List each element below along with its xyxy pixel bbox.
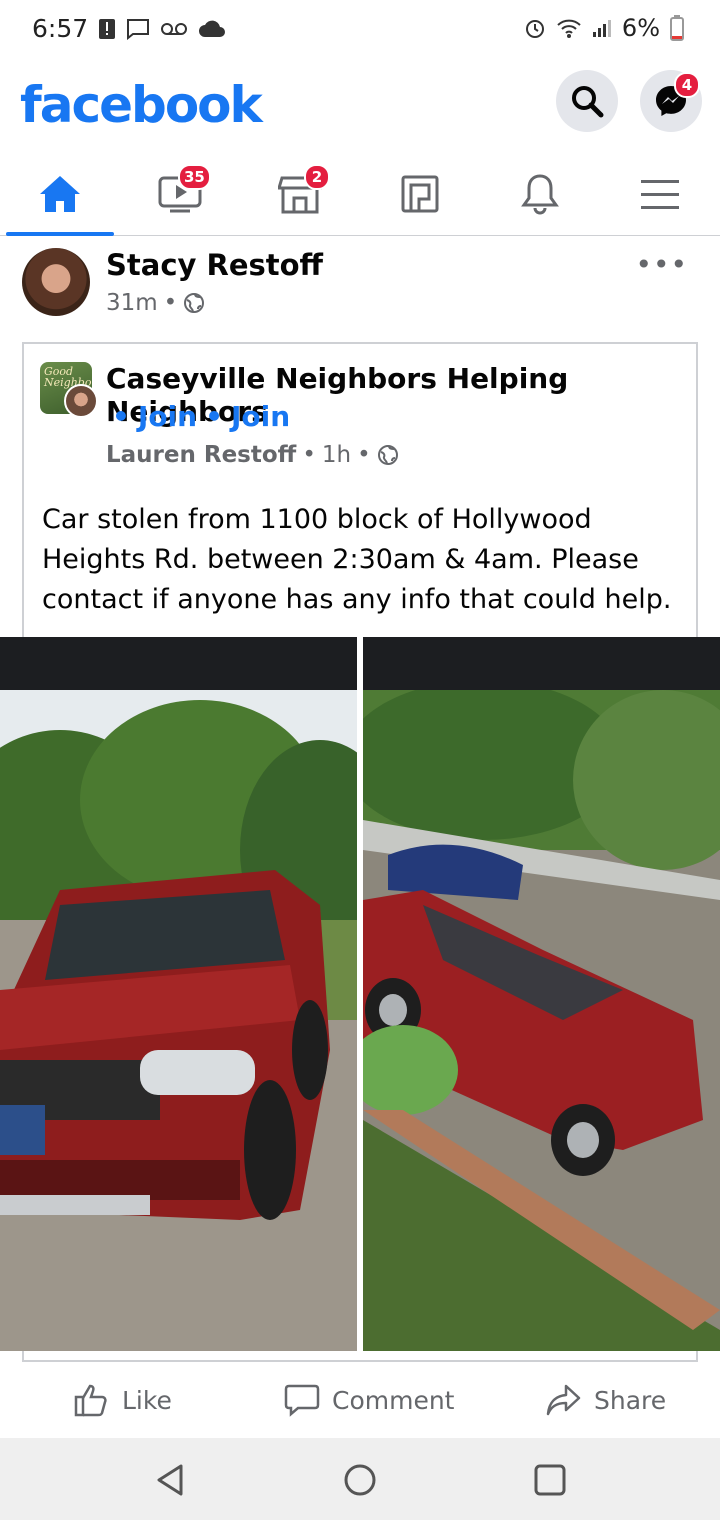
meta-separator: •	[163, 290, 178, 316]
join-link-1[interactable]: Join	[138, 400, 197, 433]
post-actions-bar: Like Comment Share	[0, 1362, 720, 1438]
system-back-button[interactable]	[150, 1460, 190, 1500]
status-time: 6:57	[32, 14, 89, 43]
comment-label: Comment	[332, 1385, 455, 1415]
original-post-time[interactable]: 1h	[322, 442, 351, 468]
alarm-icon	[525, 20, 544, 38]
share-label: Share	[594, 1385, 667, 1415]
shared-post-meta: Lauren Restoff • 1h •	[106, 442, 399, 468]
recents-square-icon	[534, 1464, 566, 1496]
main-tab-bar: 35 2	[0, 152, 720, 236]
post-body-text: Car stolen from 1100 block of Hollywood …	[42, 504, 672, 615]
join-separator: •	[112, 400, 130, 433]
globe-icon	[377, 445, 398, 465]
join-separator: •	[205, 400, 223, 433]
tab-marketplace[interactable]: 2	[240, 152, 360, 236]
home-icon	[40, 176, 80, 212]
like-button[interactable]: Like	[74, 1362, 172, 1438]
post-author-name[interactable]: Stacy Restoff	[106, 248, 323, 282]
bell-icon	[521, 174, 559, 215]
photo-top-band	[0, 637, 357, 690]
watch-badge: 35	[178, 164, 211, 190]
share-button[interactable]: Share	[546, 1362, 666, 1438]
status-notification-icons	[98, 18, 226, 40]
join-links: • Join • Join	[112, 400, 290, 433]
message-icon	[127, 19, 149, 40]
search-button[interactable]	[556, 70, 618, 132]
battery-low-icon	[670, 15, 684, 41]
join-link-2[interactable]: Join	[231, 400, 290, 433]
alert-icon	[99, 19, 115, 39]
app-header: facebook 4	[0, 62, 720, 152]
search-icon	[572, 86, 604, 118]
signal-icon	[592, 20, 611, 37]
home-circle-icon	[344, 1464, 376, 1496]
meta-separator: •	[357, 442, 371, 468]
back-triangle-icon	[157, 1464, 183, 1496]
red-suv-front-photo	[0, 690, 357, 1351]
post-more-options-icon[interactable]: •••	[635, 248, 688, 281]
facebook-logo: facebook	[20, 76, 263, 134]
system-home-button[interactable]	[340, 1460, 380, 1500]
status-system-icons: 6%	[524, 14, 684, 42]
original-author-avatar[interactable]	[64, 384, 98, 418]
photo-top-band	[363, 637, 720, 690]
original-author-name[interactable]: Lauren Restoff	[106, 442, 296, 468]
pages-icon	[401, 175, 439, 213]
comment-bubble-icon	[284, 1384, 320, 1417]
system-recents-button[interactable]	[530, 1460, 570, 1500]
like-label: Like	[122, 1385, 172, 1415]
messenger-button[interactable]: 4	[640, 70, 702, 132]
thumbs-up-icon	[74, 1384, 107, 1417]
tab-pages[interactable]	[360, 152, 480, 236]
post-meta: 31m •	[106, 290, 205, 316]
system-navigation-bar	[0, 1438, 720, 1520]
red-suv-side-photo	[363, 690, 720, 1351]
tab-notifications[interactable]	[480, 152, 600, 236]
post-photo-2[interactable]	[363, 637, 720, 1351]
status-bar: 6:57 6%	[0, 0, 720, 62]
hamburger-menu-icon	[641, 180, 679, 209]
author-avatar[interactable]	[22, 248, 90, 316]
tab-home[interactable]	[0, 152, 120, 236]
wifi-icon	[557, 19, 581, 38]
marketplace-badge: 2	[304, 164, 330, 190]
battery-percent: 6%	[621, 14, 660, 42]
tab-watch[interactable]: 35	[120, 152, 240, 236]
post-time[interactable]: 31m	[106, 290, 158, 316]
meta-separator: •	[302, 442, 316, 468]
globe-icon	[184, 293, 205, 313]
tab-menu[interactable]	[600, 152, 720, 236]
post-photo-1[interactable]	[0, 637, 357, 1351]
voicemail-icon	[161, 23, 187, 35]
share-arrow-icon	[546, 1384, 581, 1416]
cloud-icon	[199, 20, 225, 37]
comment-button[interactable]: Comment	[284, 1362, 455, 1438]
messenger-badge: 4	[674, 72, 700, 98]
